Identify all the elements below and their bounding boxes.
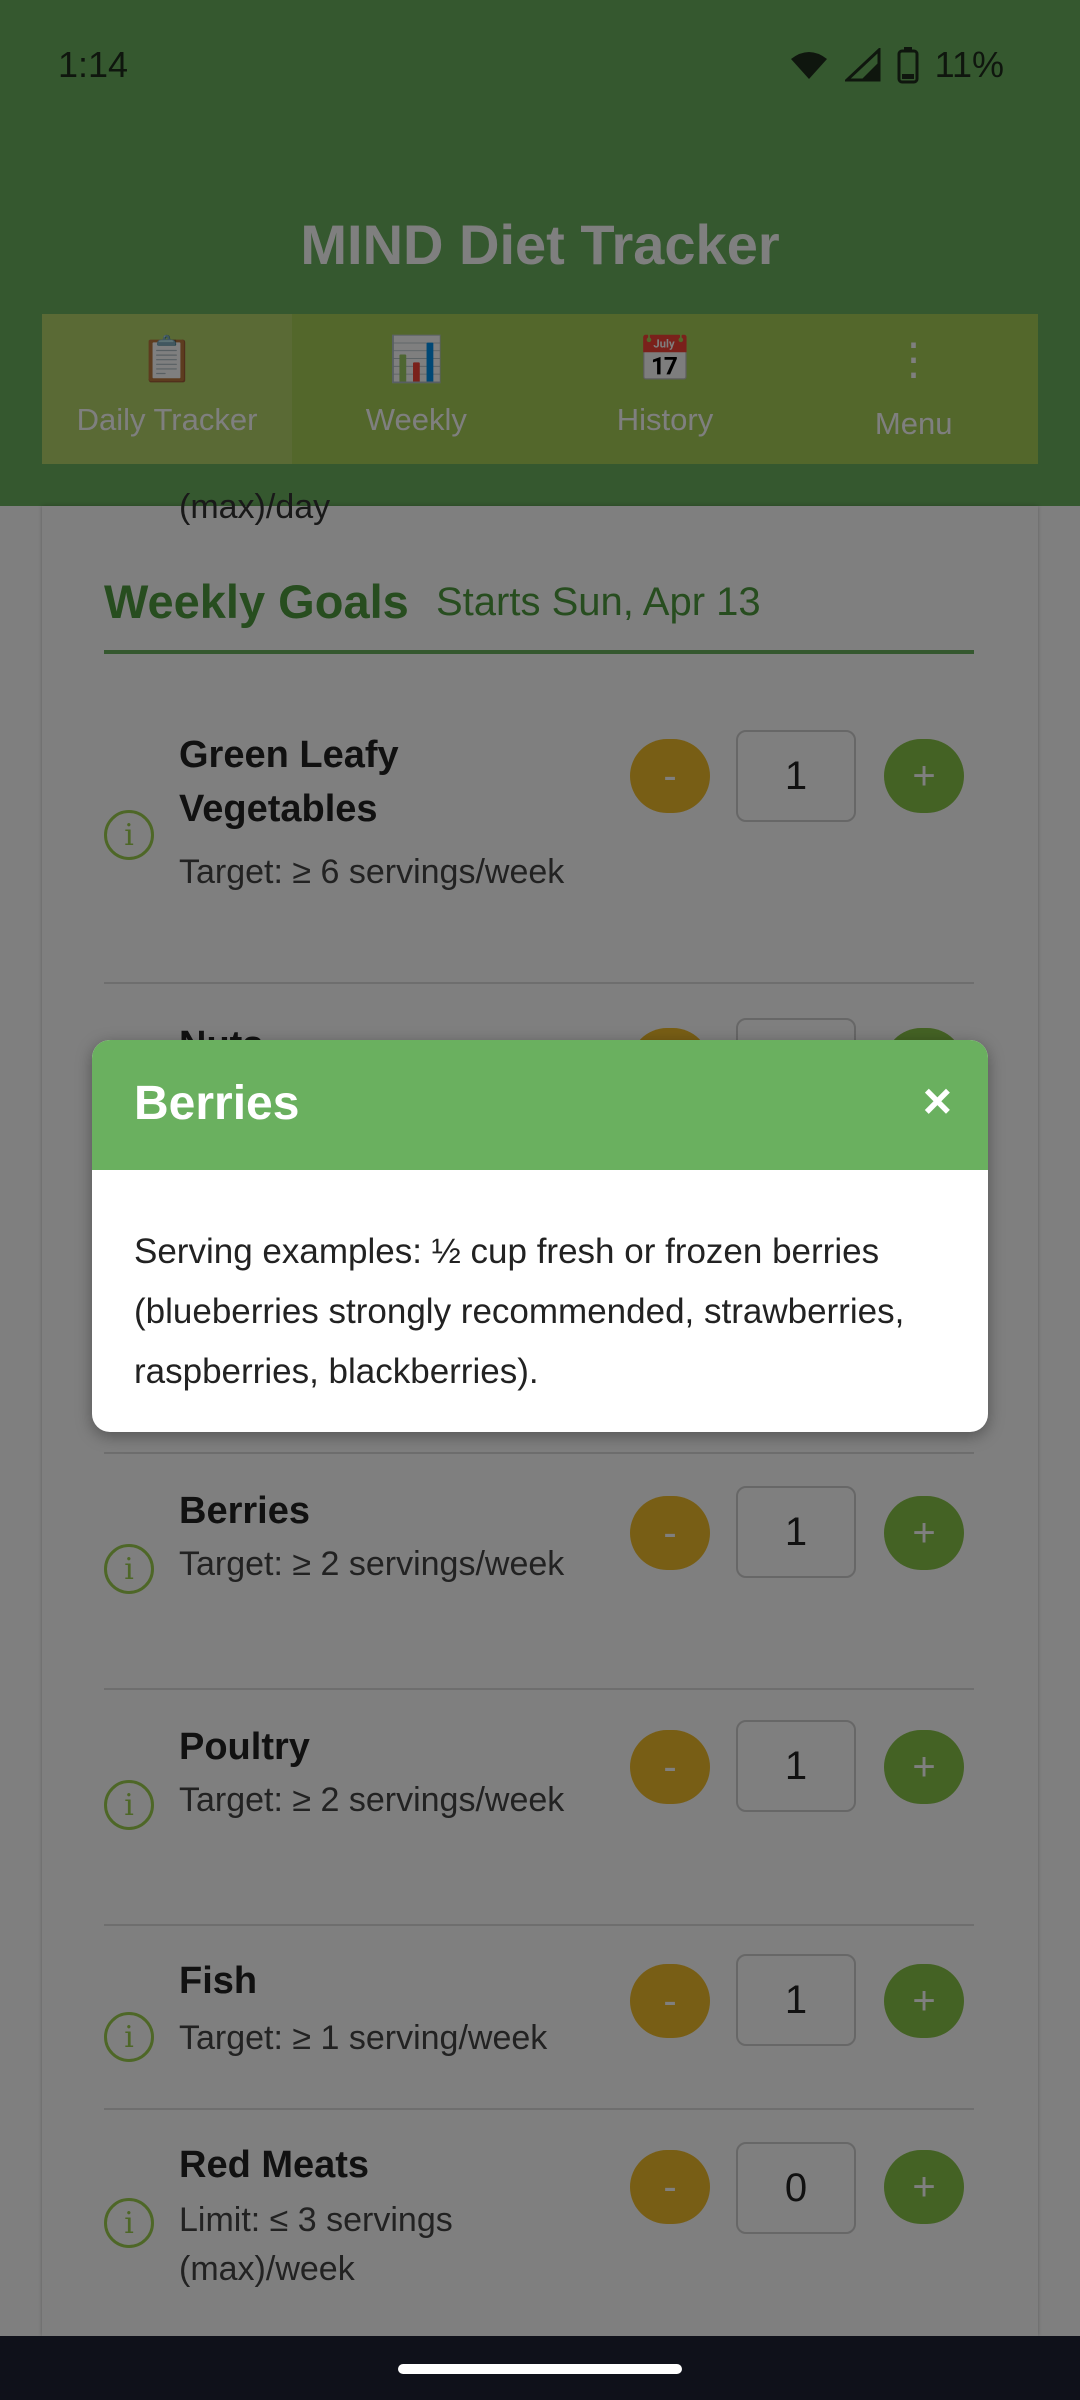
info-modal: Berries × Serving examples: ½ cup fresh … (92, 1040, 988, 1432)
close-icon[interactable]: × (923, 1076, 952, 1126)
home-indicator[interactable] (398, 2364, 682, 2374)
modal-body: Serving examples: ½ cup fresh or frozen … (134, 1232, 905, 1391)
modal-title: Berries (134, 1077, 300, 1130)
modal-header: Berries × (92, 1040, 988, 1170)
